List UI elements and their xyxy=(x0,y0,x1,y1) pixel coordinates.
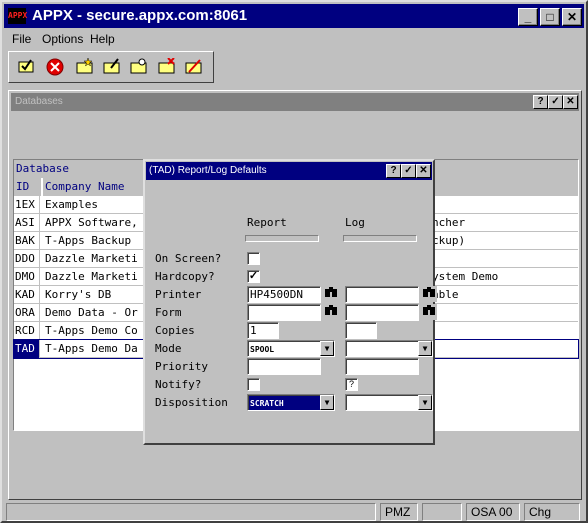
status-chg: Chg xyxy=(524,503,580,521)
log-copies-input[interactable] xyxy=(345,322,377,339)
log-form-lookup-icon[interactable] xyxy=(421,304,437,320)
printer-label: Printer xyxy=(155,288,202,301)
chevron-down-icon[interactable]: ▼ xyxy=(418,341,432,356)
window-title: APPX - secure.appx.com:8061 xyxy=(32,7,248,24)
search-folder-icon[interactable] xyxy=(129,58,149,78)
dialog-close-button[interactable]: ✕ xyxy=(416,164,431,178)
on-screen-label: On Screen? xyxy=(155,252,222,265)
dialog-help-button[interactable]: ? xyxy=(386,164,401,178)
status-osa: OSA 00 xyxy=(466,503,520,521)
status-empty xyxy=(422,503,462,521)
row-extra: ckup) xyxy=(432,234,466,247)
row-extra xyxy=(432,304,572,322)
report-printer-input[interactable]: HP4500DN xyxy=(247,286,321,303)
row-id: DMO xyxy=(14,268,40,286)
title-bar: APPX APPX - secure.appx.com:8061 _ □ ✕ xyxy=(4,4,584,28)
minimize-button[interactable]: _ xyxy=(518,8,538,26)
row-extra xyxy=(432,250,572,268)
status-message xyxy=(6,503,376,521)
databases-title-bar: Databases ? ✓ ✕ xyxy=(11,93,579,111)
log-disposition-select[interactable]: ▼ xyxy=(345,394,433,411)
hardcopy-label: Hardcopy? xyxy=(155,270,215,283)
log-printer-input[interactable] xyxy=(345,286,419,303)
menu-options[interactable]: Options xyxy=(42,31,83,47)
report-mode-select[interactable]: SPOOL ▼ xyxy=(247,340,335,357)
log-mode-select[interactable]: ▼ xyxy=(345,340,433,357)
row-id: ORA xyxy=(14,304,40,322)
notify-label: Notify? xyxy=(155,378,202,391)
report-copies-input[interactable]: 1 xyxy=(247,322,279,339)
menu-bar: File Options Help xyxy=(4,29,584,49)
report-disposition-select[interactable]: SCRATCH ▼ xyxy=(247,394,335,411)
app-window: APPX APPX - secure.appx.com:8061 _ □ ✕ F… xyxy=(0,0,588,523)
status-bar: PMZ OSA 00 Chg xyxy=(4,502,584,521)
report-separator xyxy=(245,235,319,242)
databases-title: Databases xyxy=(15,96,63,107)
maximize-button[interactable]: □ xyxy=(540,8,560,26)
delete-folder-icon[interactable] xyxy=(157,57,177,78)
log-notify-checkbox[interactable]: ? xyxy=(345,378,358,391)
row-extra: able xyxy=(432,288,459,301)
chevron-down-icon[interactable]: ▼ xyxy=(320,395,334,410)
clear-folder-icon[interactable] xyxy=(184,58,204,78)
row-id: DDO xyxy=(14,250,40,268)
copies-label: Copies xyxy=(155,324,195,337)
close-button[interactable]: ✕ xyxy=(562,8,582,26)
stop-icon[interactable] xyxy=(45,58,65,78)
report-column-header: Report xyxy=(247,216,287,229)
row-id: BAK xyxy=(14,232,40,250)
ok-button[interactable]: ✓ xyxy=(548,95,563,109)
report-mode-value: SPOOL xyxy=(250,345,275,354)
report-log-defaults-dialog: (TAD) Report/Log Defaults ? ✓ ✕ Report L… xyxy=(143,159,437,445)
report-priority-input[interactable] xyxy=(247,358,321,375)
appx-logo-icon: APPX xyxy=(8,8,27,24)
row-id: KAD xyxy=(14,286,40,304)
chevron-down-icon[interactable]: ▼ xyxy=(320,341,334,356)
log-column-header: Log xyxy=(345,216,365,229)
row-extra: ystem Demo xyxy=(432,270,499,283)
dialog-title: (TAD) Report/Log Defaults xyxy=(149,165,267,176)
report-hardcopy-checkbox[interactable]: ✓ xyxy=(247,270,260,283)
mode-label: Mode xyxy=(155,342,182,355)
chevron-down-icon[interactable]: ▼ xyxy=(418,395,432,410)
dialog-ok-button[interactable]: ✓ xyxy=(401,164,416,178)
toolbar xyxy=(8,51,214,83)
status-pmz: PMZ xyxy=(380,503,418,521)
menu-help[interactable]: Help xyxy=(90,31,115,47)
row-extra xyxy=(432,322,572,340)
report-form-input[interactable] xyxy=(247,304,321,321)
dialog-title-bar: (TAD) Report/Log Defaults ? ✓ ✕ xyxy=(146,162,432,180)
row-id: ASI xyxy=(14,214,40,232)
priority-label: Priority xyxy=(155,360,208,373)
disposition-label: Disposition xyxy=(155,396,228,409)
edit-folder-icon[interactable] xyxy=(102,58,122,78)
column-header-id[interactable]: ID xyxy=(14,178,42,196)
report-disposition-value: SCRATCH xyxy=(250,399,284,408)
row-id: 1EX xyxy=(14,196,40,214)
row-extra xyxy=(432,340,572,358)
close-button[interactable]: ✕ xyxy=(563,95,578,109)
new-folder-icon[interactable] xyxy=(75,57,95,78)
row-extra xyxy=(432,196,572,214)
check-folder-icon[interactable] xyxy=(17,58,37,78)
row-extra: ncher xyxy=(432,216,466,229)
report-on-screen-checkbox[interactable] xyxy=(247,252,260,265)
form-label: Form xyxy=(155,306,182,319)
menu-file[interactable]: File xyxy=(12,31,31,47)
report-printer-lookup-icon[interactable] xyxy=(323,286,339,302)
report-form-lookup-icon[interactable] xyxy=(323,304,339,320)
log-form-input[interactable] xyxy=(345,304,419,321)
help-button[interactable]: ? xyxy=(533,95,548,109)
row-id: TAD xyxy=(14,340,40,358)
log-priority-input[interactable] xyxy=(345,358,419,375)
report-notify-checkbox[interactable] xyxy=(247,378,260,391)
log-printer-lookup-icon[interactable] xyxy=(421,286,437,302)
log-separator xyxy=(343,235,417,242)
row-id: RCD xyxy=(14,322,40,340)
